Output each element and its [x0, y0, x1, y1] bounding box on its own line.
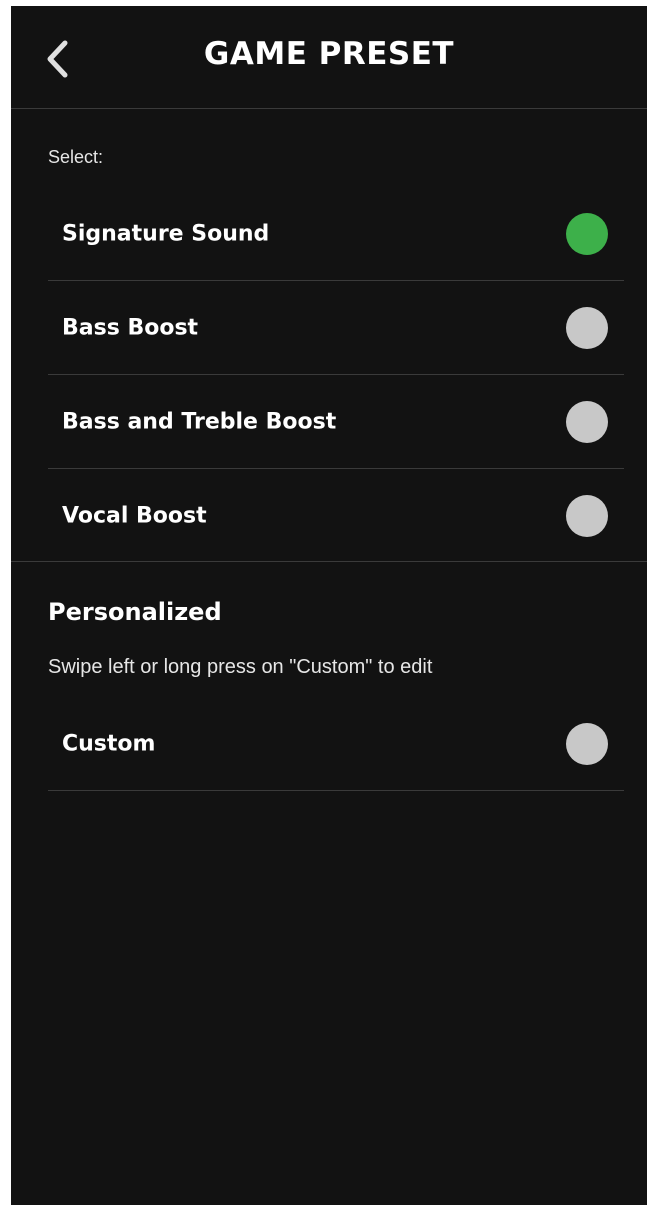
preset-item-bass-boost[interactable]: Bass Boost — [48, 281, 624, 375]
page-title: GAME PRESET — [203, 36, 455, 72]
radio-selected[interactable] — [566, 212, 608, 255]
preset-item-custom[interactable]: Custom — [48, 697, 624, 791]
game-preset-screen: GAME PRESET Select: Signature Sound Bass… — [11, 6, 647, 1205]
preset-list: Signature Sound Bass Boost Bass and Treb… — [48, 187, 624, 562]
preset-item-label: Signature Sound — [62, 221, 270, 246]
section-divider — [11, 561, 647, 562]
preset-item-label: Bass and Treble Boost — [62, 409, 337, 434]
radio-unselected[interactable] — [566, 306, 608, 349]
personalized-heading: Personalized — [48, 598, 222, 626]
preset-item-signature-sound[interactable]: Signature Sound — [48, 187, 624, 281]
preset-item-vocal-boost[interactable]: Vocal Boost — [48, 469, 624, 562]
radio-unselected[interactable] — [566, 722, 608, 765]
preset-item-label: Bass Boost — [62, 315, 199, 340]
radio-unselected[interactable] — [566, 494, 608, 537]
preset-item-bass-and-treble-boost[interactable]: Bass and Treble Boost — [48, 375, 624, 469]
personalized-list: Custom — [48, 697, 624, 791]
select-label: Select: — [48, 147, 104, 167]
preset-item-label: Custom — [62, 731, 156, 756]
custom-edit-hint: Swipe left or long press on "Custom" to … — [48, 656, 433, 678]
radio-unselected[interactable] — [566, 400, 608, 443]
preset-item-label: Vocal Boost — [62, 503, 207, 528]
header: GAME PRESET — [11, 6, 647, 109]
